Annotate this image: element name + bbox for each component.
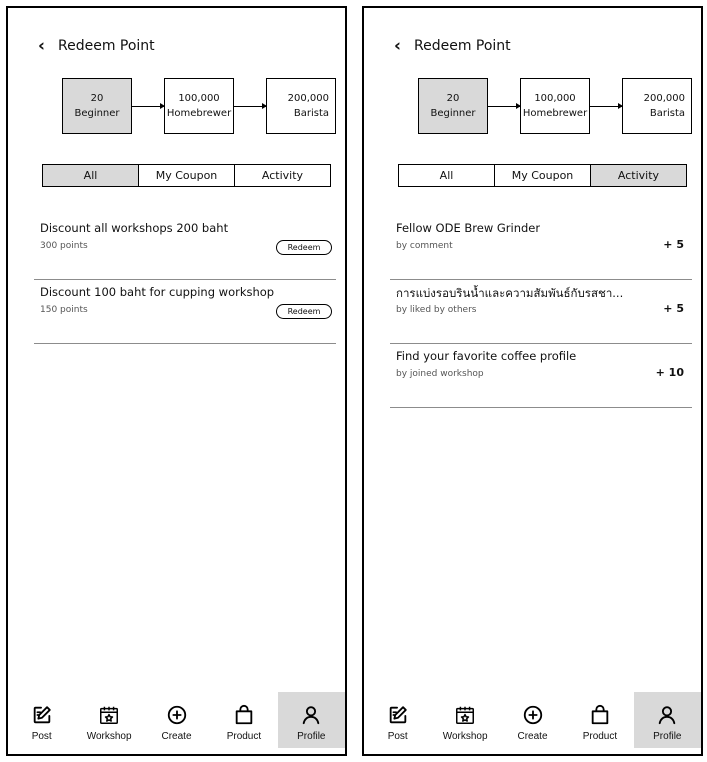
points-earned: + 5 <box>663 302 684 315</box>
shopping-bag-icon <box>235 704 253 725</box>
coupon-cost: 150 points <box>40 305 88 315</box>
level-name: Barista <box>649 108 685 119</box>
bottom-nav: Post Workshop Create Product Profile <box>8 692 346 748</box>
tab-my-coupon[interactable]: My Coupon <box>139 165 235 186</box>
level-points: 100,000 <box>178 93 220 104</box>
tab-activity[interactable]: Activity <box>591 165 686 186</box>
nav-create[interactable]: Create <box>499 692 566 748</box>
nav-profile[interactable]: Profile <box>633 692 702 748</box>
arrow-right-icon <box>234 103 267 109</box>
nav-post[interactable]: Post <box>8 692 75 748</box>
level-name: Beginner <box>430 108 476 119</box>
header: ‹ Redeem Point <box>394 36 511 56</box>
coupon-cost: 300 points <box>40 241 88 251</box>
coupon-title: Discount 100 baht for cupping workshop <box>40 285 275 299</box>
post-icon <box>389 706 407 724</box>
level-name: Barista <box>293 108 329 119</box>
tab-bar: All My Coupon Activity <box>398 164 687 187</box>
redeem-button[interactable]: Redeem <box>276 304 332 319</box>
level-beginner: 20 Beginner <box>418 78 488 134</box>
level-points: 200,000 <box>643 93 685 104</box>
header: ‹ Redeem Point <box>38 36 155 56</box>
nav-label: Product <box>582 731 618 742</box>
level-progression: 20 Beginner 100,000 Homebrewer 200,000 B… <box>418 78 692 134</box>
activity-title: การแบ่งรอบรินน้ำและความสัมพันธ์กับรสชา..… <box>396 286 624 300</box>
nav-label: Profile <box>653 731 682 742</box>
activity-title: Fellow ODE Brew Grinder <box>396 221 541 235</box>
back-arrow-icon[interactable]: ‹ <box>394 36 414 56</box>
nav-label: Create <box>161 731 192 742</box>
arrow-right-icon <box>590 103 623 109</box>
plus-circle-icon <box>523 705 542 725</box>
nav-create[interactable]: Create <box>143 692 210 748</box>
tab-my-coupon[interactable]: My Coupon <box>495 165 591 186</box>
page-title: Redeem Point <box>414 38 511 54</box>
activity-list: Fellow ODE Brew Grinder by comment + 5 ก… <box>390 216 692 408</box>
nav-label: Post <box>387 731 408 742</box>
level-points: 200,000 <box>287 93 329 104</box>
nav-product[interactable]: Product <box>566 692 633 748</box>
nav-workshop[interactable]: Workshop <box>75 692 142 748</box>
tab-bar: All My Coupon Activity <box>42 164 331 187</box>
activity-source: by joined workshop <box>396 369 484 379</box>
activity-source: by comment <box>396 241 453 251</box>
activity-title: Find your favorite coffee profile <box>396 349 577 363</box>
arrow-right-icon <box>488 103 521 109</box>
bottom-nav: Post Workshop Create Product Profile <box>364 692 702 748</box>
redeem-screen-activity: ‹ Redeem Point 20 Beginner 100,000 Homeb… <box>362 6 703 756</box>
level-name: Homebrewer <box>166 108 232 119</box>
tab-all[interactable]: All <box>399 165 495 186</box>
page-title: Redeem Point <box>58 38 155 54</box>
nav-label: Profile <box>297 731 326 742</box>
coupon-list: Discount all workshops 200 baht 300 poin… <box>34 216 336 344</box>
post-icon <box>33 706 51 724</box>
nav-product[interactable]: Product <box>210 692 277 748</box>
arrow-right-icon <box>132 103 165 109</box>
activity-source: by liked by others <box>396 305 477 315</box>
list-item: Discount all workshops 200 baht 300 poin… <box>34 216 336 280</box>
nav-label: Create <box>517 731 548 742</box>
plus-circle-icon <box>167 705 186 725</box>
user-icon <box>303 706 320 725</box>
level-barista: 200,000 Barista <box>622 78 692 134</box>
level-barista: 200,000 Barista <box>266 78 336 134</box>
list-item[interactable]: Find your favorite coffee profile by joi… <box>390 344 692 408</box>
user-icon <box>659 706 676 725</box>
list-item[interactable]: Fellow ODE Brew Grinder by comment + 5 <box>390 216 692 280</box>
list-item: Discount 100 baht for cupping workshop 1… <box>34 280 336 344</box>
calendar-star-icon <box>456 706 475 724</box>
nav-label: Workshop <box>86 731 132 742</box>
coupon-title: Discount all workshops 200 baht <box>40 221 229 235</box>
redeem-screen-all: ‹ Redeem Point 20 Beginner 100,000 Homeb… <box>6 6 347 756</box>
level-name: Homebrewer <box>522 108 588 119</box>
points-earned: + 5 <box>663 238 684 251</box>
shopping-bag-icon <box>591 704 609 725</box>
nav-post[interactable]: Post <box>364 692 431 748</box>
calendar-star-icon <box>100 706 119 724</box>
nav-label: Post <box>31 731 52 742</box>
level-name: Beginner <box>74 108 120 119</box>
level-points: 20 <box>90 93 104 104</box>
level-homebrewer: 100,000 Homebrewer <box>164 78 234 134</box>
points-earned: + 10 <box>655 366 684 379</box>
redeem-button[interactable]: Redeem <box>276 240 332 255</box>
tab-all[interactable]: All <box>43 165 139 186</box>
level-beginner: 20 Beginner <box>62 78 132 134</box>
nav-label: Workshop <box>442 731 488 742</box>
list-item[interactable]: การแบ่งรอบรินน้ำและความสัมพันธ์กับรสชา..… <box>390 280 692 344</box>
level-points: 20 <box>446 93 460 104</box>
level-points: 100,000 <box>534 93 576 104</box>
nav-profile[interactable]: Profile <box>277 692 346 748</box>
level-progression: 20 Beginner 100,000 Homebrewer 200,000 B… <box>62 78 336 134</box>
nav-label: Product <box>226 731 262 742</box>
back-arrow-icon[interactable]: ‹ <box>38 36 58 56</box>
level-homebrewer: 100,000 Homebrewer <box>520 78 590 134</box>
nav-workshop[interactable]: Workshop <box>431 692 498 748</box>
tab-activity[interactable]: Activity <box>235 165 330 186</box>
